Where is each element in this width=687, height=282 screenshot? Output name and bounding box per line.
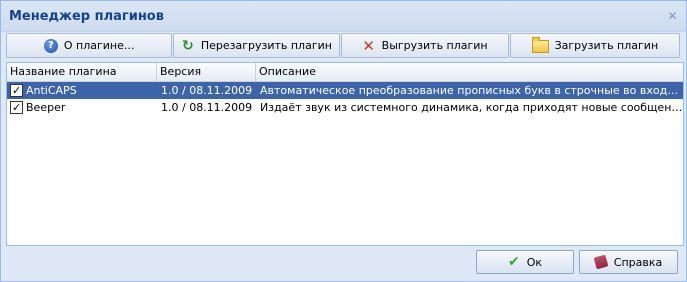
reload-plugin-button[interactable]: ↻ Перезагрузить плагин <box>173 33 340 58</box>
help-label: Справка <box>613 255 663 269</box>
load-plugin-button[interactable]: Загрузить плагин <box>509 33 680 58</box>
column-header-name[interactable]: Название плагина <box>7 63 157 81</box>
unload-plugin-button[interactable]: ✕ Выгрузить плагин <box>340 33 509 58</box>
plugin-description: Издаёт звук из системного динамика, когд… <box>260 101 683 114</box>
plugin-name-cell: AntiCAPS <box>7 82 157 99</box>
help-button[interactable]: Справка <box>579 250 678 274</box>
unload-plugin-label: Выгрузить плагин <box>381 39 488 52</box>
dialog-footer: ✔ Ок Справка <box>1 246 686 281</box>
load-plugin-label: Загрузить плагин <box>554 39 659 52</box>
unload-icon: ✕ <box>362 36 375 55</box>
table-row[interactable]: Beeper 1.0 / 08.11.2009 Издаёт звук из с… <box>7 99 683 116</box>
title-bar: Менеджер плагинов ✕ <box>1 1 686 32</box>
about-plugin-label: О плагине... <box>63 39 135 52</box>
plugin-description: Автоматическое преобразование прописных … <box>260 84 683 97</box>
window-title: Менеджер плагинов <box>9 9 164 24</box>
help-icon: ? <box>43 38 58 53</box>
book-icon <box>593 254 609 270</box>
ok-label: Ок <box>526 255 543 269</box>
close-icon[interactable]: ✕ <box>666 10 679 23</box>
reload-icon: ↻ <box>181 37 194 54</box>
plugin-enabled-checkbox[interactable] <box>10 99 23 116</box>
plugin-enabled-checkbox[interactable] <box>10 82 23 99</box>
plugin-name: Beeper <box>26 101 66 114</box>
plugin-manager-window: Менеджер плагинов ✕ ? О плагине... ↻ Пер… <box>0 0 687 282</box>
reload-plugin-label: Перезагрузить плагин <box>200 39 332 52</box>
column-header-description[interactable]: Описание <box>256 63 683 81</box>
ok-button[interactable]: ✔ Ок <box>476 250 574 274</box>
checkmark-icon: ✔ <box>507 254 520 270</box>
plugin-grid: Название плагина Версия Описание AntiCAP… <box>6 62 684 246</box>
plugin-name-cell: Beeper <box>7 99 157 116</box>
column-header-version[interactable]: Версия <box>157 63 256 81</box>
table-row[interactable]: AntiCAPS 1.0 / 08.11.2009 Автоматическое… <box>7 82 683 99</box>
plugin-version: 1.0 / 08.11.2009 <box>161 101 253 114</box>
folder-icon <box>531 37 549 53</box>
grid-header: Название плагина Версия Описание <box>7 63 683 82</box>
toolbar: ? О плагине... ↻ Перезагрузить плагин ✕ … <box>6 33 681 58</box>
plugin-name: AntiCAPS <box>26 84 77 97</box>
about-plugin-button[interactable]: ? О плагине... <box>6 33 173 58</box>
plugin-version: 1.0 / 08.11.2009 <box>161 84 253 97</box>
